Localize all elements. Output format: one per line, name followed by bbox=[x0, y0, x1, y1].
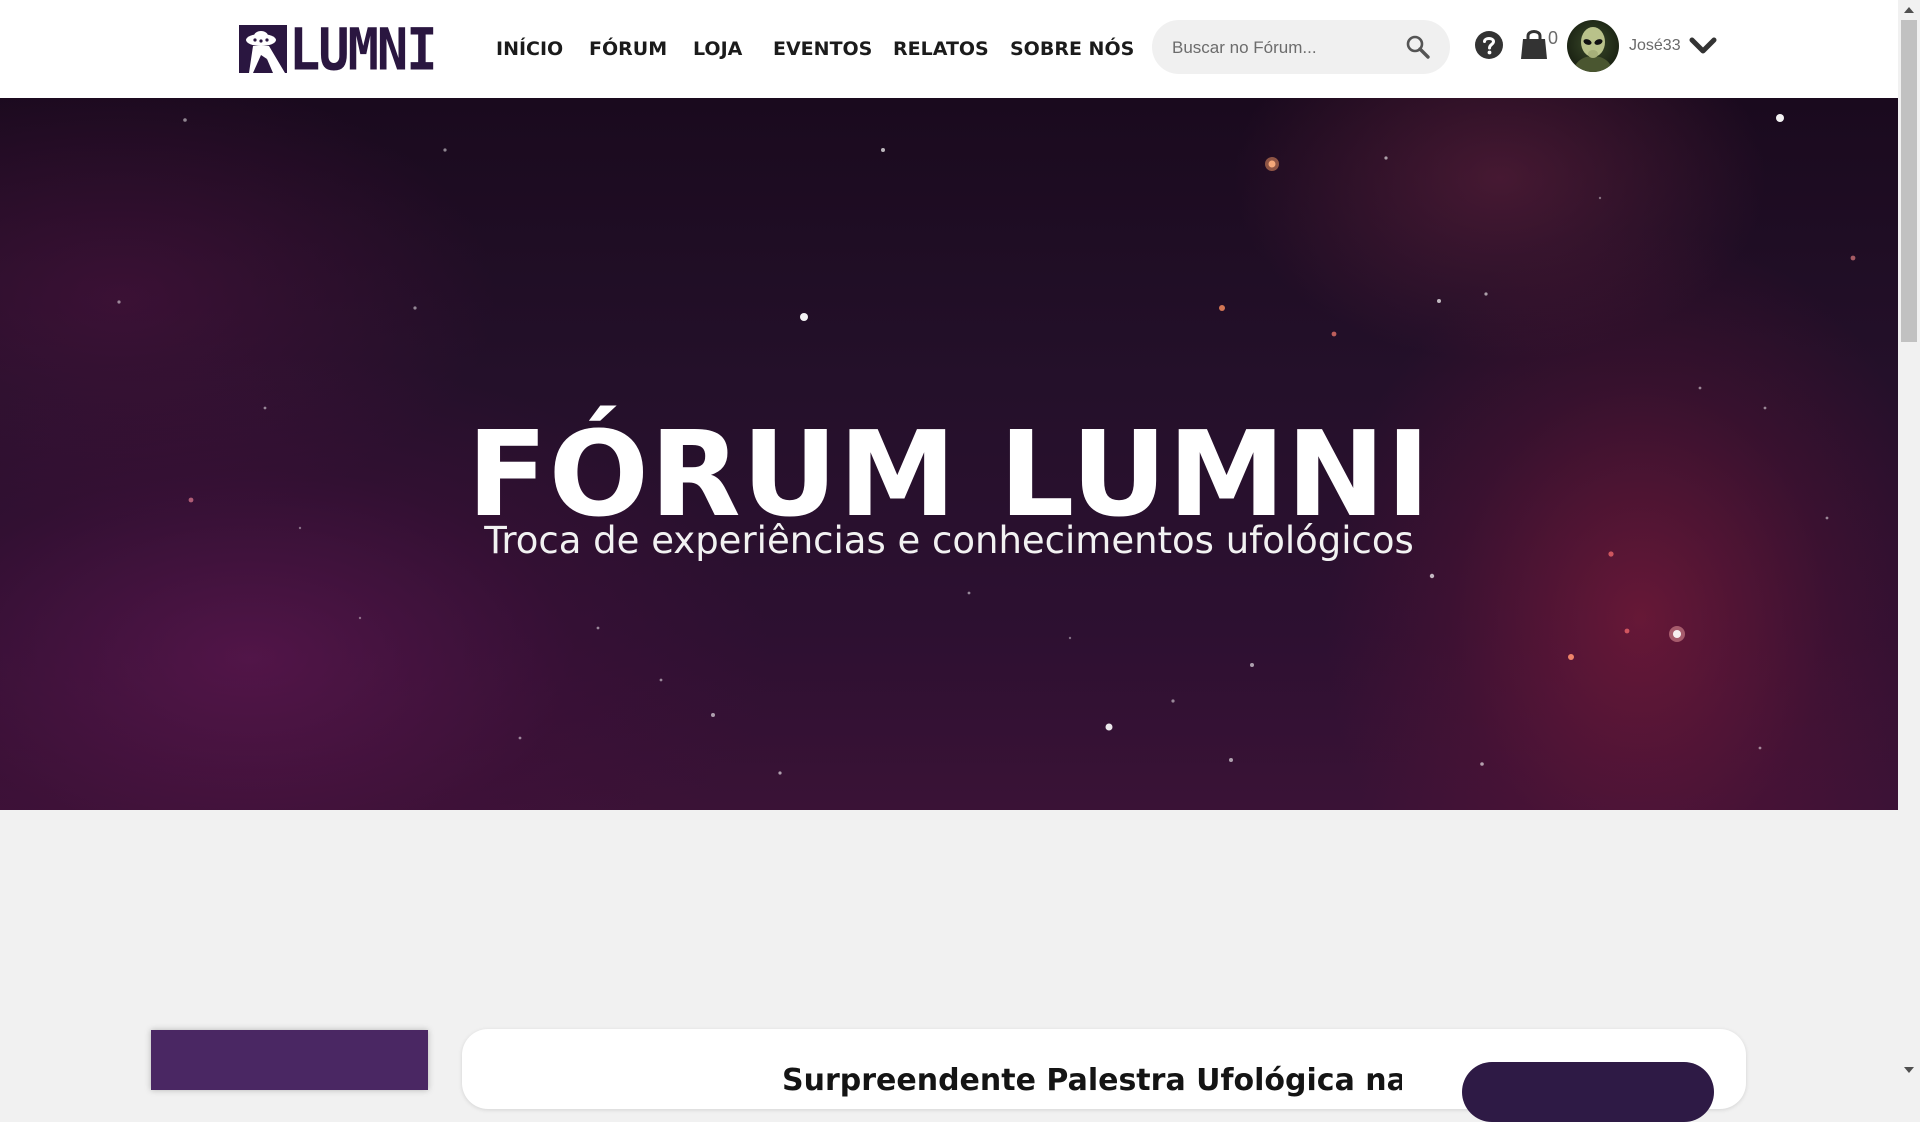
page-scrollbar[interactable] bbox=[1898, 0, 1920, 1080]
nav-loja[interactable]: LOJA bbox=[693, 36, 742, 62]
scrollbar-thumb[interactable] bbox=[1901, 20, 1917, 342]
cart-count-badge: 0 bbox=[1548, 28, 1559, 48]
search-box bbox=[1152, 20, 1450, 74]
event-card: Surpreendente Palestra Ufológica na bbox=[462, 1029, 1746, 1122]
nav-relatos[interactable]: RELATOS bbox=[893, 36, 989, 62]
logo-wordmark: LUMNI bbox=[289, 16, 438, 84]
hero-banner: FÓRUM LUMNI Troca de experiências e conh… bbox=[0, 98, 1898, 810]
nav-forum[interactable]: FÓRUM bbox=[589, 36, 667, 62]
alien-avatar-icon bbox=[1573, 27, 1613, 72]
search-input[interactable] bbox=[1170, 33, 1404, 63]
nav-inicio[interactable]: INÍCIO bbox=[496, 36, 563, 62]
username-label[interactable]: José33 bbox=[1629, 37, 1681, 55]
chevron-down-icon[interactable] bbox=[1688, 34, 1718, 58]
event-action-button[interactable] bbox=[1462, 1062, 1714, 1122]
scroll-up-arrow-icon[interactable] bbox=[1898, 0, 1920, 20]
scroll-down-arrow-icon[interactable] bbox=[1898, 1060, 1920, 1080]
shopping-bag-icon[interactable] bbox=[1519, 28, 1549, 60]
lumni-logo[interactable]: LUMNI bbox=[239, 19, 438, 82]
nav-eventos[interactable]: EVENTOS bbox=[773, 36, 872, 62]
site-header: LUMNI INÍCIO FÓRUM LOJA EVENTOS RELATOS … bbox=[0, 0, 1898, 98]
help-icon[interactable] bbox=[1474, 30, 1504, 60]
nav-sobre-nos[interactable]: SOBRE NÓS bbox=[1010, 36, 1134, 62]
avatar[interactable] bbox=[1567, 20, 1619, 72]
ufo-logo-icon bbox=[239, 25, 287, 73]
page-subtitle: Troca de experiências e conhecimentos uf… bbox=[484, 519, 1414, 562]
search-icon[interactable] bbox=[1404, 33, 1432, 61]
event-title[interactable]: Surpreendente Palestra Ufológica na bbox=[782, 1063, 1402, 1098]
event-thumbnail[interactable] bbox=[151, 1030, 428, 1090]
